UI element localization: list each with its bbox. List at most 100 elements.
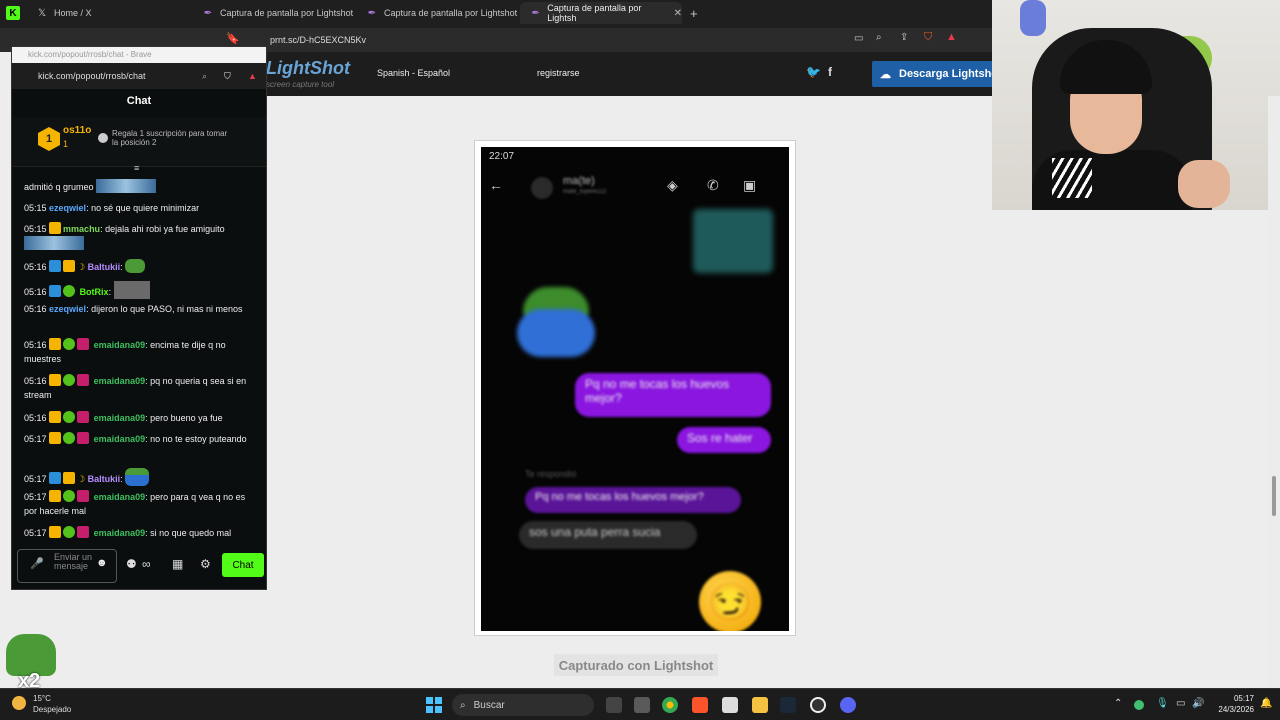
windows-start-icon[interactable] (426, 697, 442, 713)
chat-message: 05:16 ezeqwiel: dijeron lo que PASO, ni … (24, 304, 243, 314)
pinned-message: Regala 1 suscripción para tomar la posic… (112, 129, 228, 147)
verified-badge-icon (63, 411, 76, 423)
register-link[interactable]: registrarse (537, 68, 580, 78)
taskbar-search[interactable]: ⌕ Buscar (452, 694, 594, 716)
pinned-username[interactable]: os11o (63, 125, 91, 136)
chat-username[interactable]: emaidana09 (94, 340, 146, 350)
bookmark-icon[interactable]: 🔖 (226, 32, 240, 45)
lightshot-logo[interactable]: LightShot (266, 58, 350, 79)
weather-moon-icon[interactable] (12, 696, 26, 710)
download-label: Descarga Lightshot (899, 68, 1000, 80)
sub-badge-icon (77, 432, 90, 444)
tray-app-icon[interactable] (1134, 700, 1144, 710)
chat-username[interactable]: emaidana09 (94, 413, 146, 423)
chat-header: Chat (126, 95, 152, 107)
file-explorer-icon[interactable] (752, 697, 768, 713)
chat-username[interactable]: emaidana09 (94, 492, 146, 502)
jacket-stripes (1052, 158, 1092, 198)
video-icon: ▣ (743, 177, 757, 193)
chat-username[interactable]: mmachu (63, 224, 100, 234)
cast-icon[interactable]: ▭ (854, 33, 863, 44)
zoom-icon[interactable]: ⌕ (876, 32, 882, 43)
sub-badge-icon (77, 338, 90, 350)
lightshot-header: LightShot screen capture tool Spanish - … (266, 52, 1000, 96)
scrollbar-thumb[interactable] (1272, 476, 1276, 516)
url-text: prnt.sc/D-hC5EXCN5Kv (270, 35, 367, 45)
weather-temperature[interactable]: 15°C (33, 694, 51, 703)
brave-rewards-icon[interactable]: ▲ (248, 63, 257, 89)
brave-shield-icon[interactable]: ⛉ (924, 31, 932, 44)
face-emote (113, 281, 150, 299)
chat-username[interactable]: ezeqwiel (49, 203, 86, 213)
crown-badge-icon (63, 472, 76, 484)
window-title: kick.com/popout/rrosb/chat - Brave (12, 47, 266, 63)
pepe-sticker (515, 287, 597, 359)
message-bubble-received: sos una puta perra sucia (519, 521, 697, 549)
steam-icon[interactable] (780, 697, 796, 713)
shared-image-thumb (693, 209, 773, 273)
volume-icon[interactable]: 🔊 (1192, 698, 1204, 709)
lightshot-feather-icon: ✒ (203, 7, 213, 19)
brave-rewards-icon[interactable]: ▲ (946, 31, 957, 43)
facebook-icon[interactable]: f (828, 65, 832, 79)
chat-message: 05:16 BotRix: (24, 281, 260, 299)
tab-label: Captura de pantalla por Lightshot (384, 8, 518, 18)
store-icon[interactable]: ▦ (172, 557, 183, 571)
chat-username[interactable]: emaidana09 (94, 528, 146, 538)
twitter-icon[interactable]: 🐦 (806, 65, 821, 79)
taskbar-time[interactable]: 05:17 (1214, 694, 1254, 703)
microphone-icon[interactable]: 🎤 (30, 559, 44, 570)
download-lightshot-button[interactable]: ☁ Descarga Lightshot (872, 61, 1000, 87)
chat-username[interactable]: Baltukii (88, 262, 121, 272)
notepad-icon[interactable] (722, 697, 738, 713)
chat-username[interactable]: BotRix (80, 287, 109, 297)
emoji-icon[interactable]: ☻ (96, 558, 108, 569)
chat-username[interactable]: Baltukii (88, 474, 121, 484)
new-tab-button[interactable]: + (680, 2, 704, 24)
show-hidden-icons[interactable]: ⌃ (1114, 698, 1122, 709)
phone-icon: ✆ (707, 177, 719, 193)
verified-badge-icon (63, 338, 76, 350)
settings-gear-icon[interactable]: ⚙ (200, 557, 211, 571)
brave-icon[interactable] (692, 697, 708, 713)
obs-icon[interactable] (810, 697, 826, 713)
windows-taskbar: 15°C Despejado ⌕ Buscar ⌃ 🎙 ▭ 🔊 05:17 24… (0, 688, 1280, 720)
tab-lightshot-active[interactable]: ✒ Captura de pantalla por Lightsh ✕ (520, 2, 682, 24)
send-chat-button[interactable]: Chat (222, 553, 264, 577)
microphone-tray-icon[interactable]: 🎙 (1156, 698, 1169, 709)
share-icon[interactable]: ⇪ (900, 32, 908, 43)
chat-username[interactable]: ezeqwiel (49, 304, 86, 314)
widgets-icon[interactable] (634, 697, 650, 713)
chat-username[interactable]: emaidana09 (94, 376, 146, 386)
contact-avatar (531, 177, 553, 199)
verified-badge-icon (63, 374, 76, 386)
crown-badge-icon (49, 490, 62, 502)
discord-icon[interactable] (840, 697, 856, 713)
taskbar-date[interactable]: 24/3/2026 (1210, 705, 1254, 714)
crown-badge-icon (49, 432, 62, 444)
tab-home-x[interactable]: 𝕏 Home / X (26, 2, 194, 24)
language-selector[interactable]: Spanish - Español (377, 68, 450, 78)
tab-label: Home / X (54, 8, 92, 18)
weather-description[interactable]: Despejado (33, 705, 71, 714)
notifications-icon[interactable]: 🔔 (1260, 698, 1272, 709)
collapse-icon[interactable]: ≡ (134, 163, 139, 173)
tab-lightshot-1[interactable]: ✒ Captura de pantalla por Lightshot (192, 2, 356, 24)
brave-shield-icon[interactable]: ⛉ (224, 63, 231, 89)
sub-badge-icon (77, 490, 90, 502)
task-view-icon[interactable] (606, 697, 622, 713)
chat-message-input[interactable]: 🎤 Enviar un mensaje ☻ (17, 549, 117, 583)
page-scrollbar[interactable] (1268, 96, 1280, 688)
quick-emotes-icon[interactable]: ⚉ (126, 557, 137, 571)
chat-username[interactable]: emaidana09 (94, 434, 146, 444)
sub-badge-icon (77, 526, 90, 538)
kick-icon[interactable]: K (6, 6, 20, 20)
link-icon[interactable]: ∞ (142, 557, 151, 571)
message-bubble-sent: Sos re hater (677, 427, 771, 453)
chrome-icon[interactable] (662, 697, 678, 713)
popout-address-bar[interactable]: kick.com/popout/rrosb/chat ⌕ ⛉ ▲ (12, 63, 266, 89)
tab-lightshot-2[interactable]: ✒ Captura de pantalla por Lightshot (356, 2, 520, 24)
network-icon[interactable]: ▭ (1176, 698, 1185, 709)
zoom-icon[interactable]: ⌕ (202, 63, 207, 89)
crown-badge-icon (49, 526, 62, 538)
